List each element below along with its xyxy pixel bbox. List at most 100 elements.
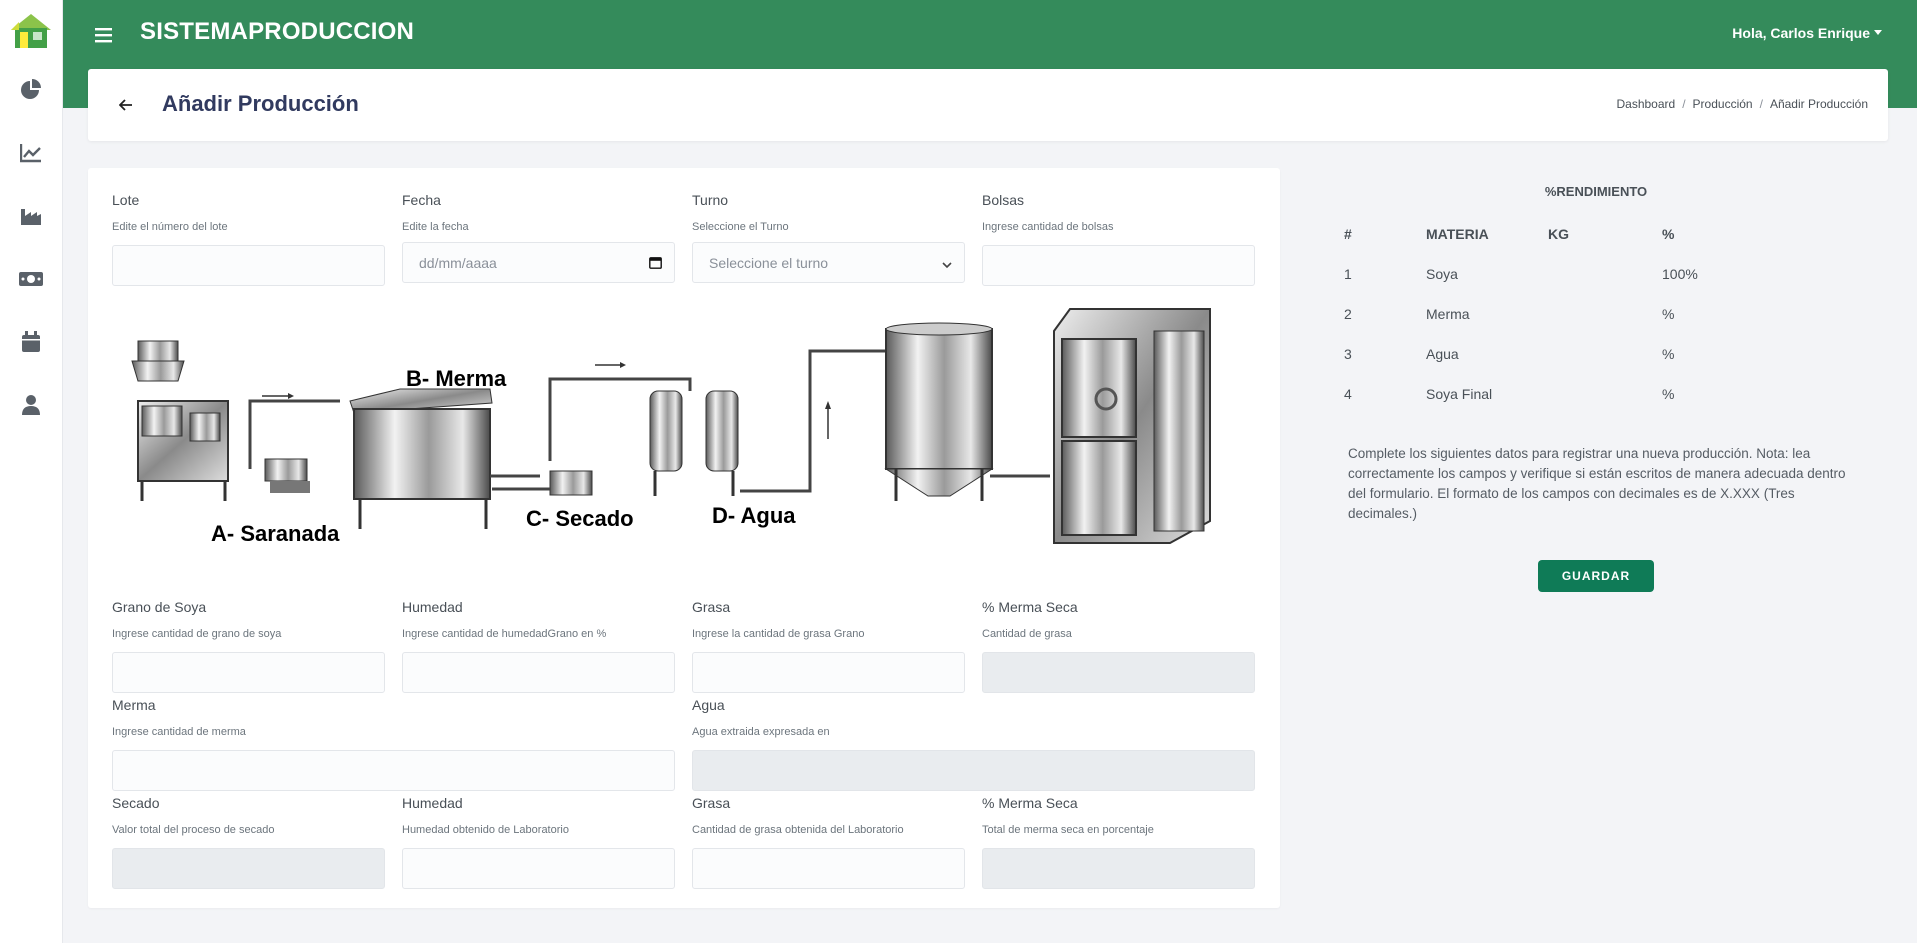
- machine-secado: [548, 349, 900, 496]
- menu-toggle-icon[interactable]: [93, 24, 115, 46]
- breadcrumb: Dashboard / Producción / Añadir Producci…: [1616, 97, 1868, 111]
- row-materia: Soya: [1426, 266, 1458, 282]
- sidebar-item-production[interactable]: [14, 199, 48, 233]
- instructions-note: Complete los siguientes datos para regis…: [1348, 446, 1846, 521]
- user-greeting: Hola, Carlos Enrique: [1732, 25, 1870, 41]
- chevron-down-icon: [942, 256, 952, 274]
- humedad-lab-help: Humedad obtenido de Laboratorio: [402, 824, 569, 836]
- app-logo-icon[interactable]: [7, 12, 55, 50]
- lote-help: Edite el número del lote: [112, 221, 228, 233]
- user-icon: [22, 395, 40, 415]
- merma-seca-label: % Merma Seca: [982, 599, 1078, 615]
- page-title: Añadir Producción: [162, 91, 359, 116]
- user-menu[interactable]: Hola, Carlos Enrique: [1732, 25, 1882, 41]
- sidebar: [0, 0, 63, 943]
- table-row: 2 Merma %: [1344, 296, 1844, 336]
- bolsas-input[interactable]: [982, 245, 1255, 286]
- page-header: Añadir Producción Dashboard / Producción…: [88, 69, 1888, 141]
- field-grasa-lab: Grasa Cantidad de grasa obtenida del Lab…: [692, 795, 965, 889]
- merma-label: Merma: [112, 697, 156, 713]
- humedad-lab-label: Humedad: [402, 795, 463, 811]
- fecha-placeholder: dd/mm/aaaa: [419, 255, 497, 271]
- field-merma-seca-total: % Merma Seca Total de merma seca en porc…: [982, 795, 1255, 889]
- breadcrumb-dashboard[interactable]: Dashboard: [1616, 97, 1675, 111]
- row-number: 2: [1344, 306, 1352, 322]
- row-percent: %: [1662, 386, 1675, 402]
- calendar-picker-icon[interactable]: [649, 256, 662, 274]
- label-merma: B- Merma: [406, 366, 507, 391]
- row-percent: 100%: [1662, 266, 1698, 282]
- fecha-date-input[interactable]: dd/mm/aaaa: [402, 242, 675, 283]
- table-row: 3 Agua %: [1344, 336, 1844, 376]
- field-fecha: Fecha Edite la fecha dd/mm/aaaa: [402, 192, 675, 283]
- agua-input: [692, 750, 1255, 791]
- merma-input[interactable]: [112, 750, 675, 791]
- save-button[interactable]: GUARDAR: [1538, 560, 1654, 592]
- field-turno: Turno Seleccione el Turno Seleccione el …: [692, 192, 965, 283]
- column-header-kg: KG: [1548, 226, 1569, 242]
- row-materia: Agua: [1426, 346, 1459, 362]
- sidebar-item-users[interactable]: [14, 388, 48, 422]
- machine-agua: [884, 322, 1050, 501]
- field-humedad-lab: Humedad Humedad obtenido de Laboratorio: [402, 795, 675, 889]
- turno-help: Seleccione el Turno: [692, 221, 789, 233]
- field-merma-seca: % Merma Seca Cantidad de grasa: [982, 599, 1255, 693]
- production-form: Lote Edite el número del lote Fecha Edit…: [88, 168, 1280, 908]
- back-arrow-icon[interactable]: [113, 92, 139, 118]
- sidebar-item-finance[interactable]: [14, 262, 48, 296]
- row-percent: %: [1662, 306, 1675, 322]
- column-header-number: #: [1344, 226, 1352, 242]
- sidebar-item-dashboard[interactable]: [14, 73, 48, 107]
- secado-label: Secado: [112, 795, 160, 811]
- row-number: 1: [1344, 266, 1352, 282]
- calendar-icon: [22, 331, 40, 352]
- fecha-label: Fecha: [402, 192, 441, 208]
- grasa-grano-label: Grasa: [692, 599, 731, 615]
- caret-down-icon: [1874, 30, 1882, 35]
- turno-select[interactable]: Seleccione el turno: [692, 242, 965, 283]
- grasa-grano-help: Ingrese la cantidad de grasa Grano: [692, 628, 865, 640]
- turno-selected: Seleccione el turno: [709, 255, 829, 271]
- column-header-percent: %: [1662, 226, 1675, 242]
- field-grano-soya: Grano de Soya Ingrese cantidad de grano …: [112, 599, 385, 693]
- bolsas-label: Bolsas: [982, 192, 1025, 208]
- merma-seca-input: [982, 652, 1255, 693]
- merma-seca-help: Cantidad de grasa: [982, 628, 1072, 640]
- lote-input[interactable]: [112, 245, 385, 286]
- grasa-lab-help: Cantidad de grasa obtenida del Laborator…: [692, 824, 904, 836]
- machine-saranada: [131, 340, 340, 501]
- factory-icon: [21, 209, 41, 225]
- breadcrumb-produccion[interactable]: Producción: [1693, 97, 1753, 111]
- machine-cabinet: [1053, 308, 1211, 544]
- row-materia: Merma: [1426, 306, 1470, 322]
- agua-help: Agua extraida expresada en: [692, 726, 830, 738]
- row-materia: Soya Final: [1426, 386, 1493, 402]
- humedad-grano-help: Ingrese cantidad de humedadGrano en %: [402, 628, 607, 640]
- row-percent: %: [1662, 346, 1675, 362]
- grasa-lab-input[interactable]: [692, 848, 965, 889]
- table-row: 1 Soya 100%: [1344, 256, 1844, 296]
- humedad-grano-input[interactable]: [402, 652, 675, 693]
- grano-soya-label: Grano de Soya: [112, 599, 207, 615]
- field-merma: Merma Ingrese cantidad de merma: [112, 697, 675, 791]
- grasa-grano-input[interactable]: [692, 652, 965, 693]
- app-brand[interactable]: SISTEMAPRODUCCION: [140, 18, 414, 46]
- sidebar-item-charts[interactable]: [14, 136, 48, 170]
- sidebar-item-calendar[interactable]: [14, 325, 48, 359]
- line-chart-icon: [20, 144, 41, 163]
- breadcrumb-separator: /: [1759, 97, 1763, 111]
- fecha-help: Edite la fecha: [402, 221, 469, 233]
- label-agua: D- Agua: [712, 503, 796, 528]
- field-bolsas: Bolsas Ingrese cantidad de bolsas: [982, 192, 1255, 286]
- pie-chart-icon: [21, 79, 41, 99]
- secado-input: [112, 848, 385, 889]
- row-number: 3: [1344, 346, 1352, 362]
- rendimiento-title: %RENDIMIENTO: [1544, 184, 1648, 199]
- field-grasa-grano: Grasa Ingrese la cantidad de grasa Grano: [692, 599, 965, 693]
- grano-soya-input[interactable]: [112, 652, 385, 693]
- humedad-lab-input[interactable]: [402, 848, 675, 889]
- merma-seca-total-help: Total de merma seca en porcentaje: [982, 824, 1154, 836]
- humedad-grano-label: Humedad: [402, 599, 463, 615]
- field-secado: Secado Valor total del proceso de secado: [112, 795, 385, 889]
- field-lote: Lote Edite el número del lote: [112, 192, 385, 286]
